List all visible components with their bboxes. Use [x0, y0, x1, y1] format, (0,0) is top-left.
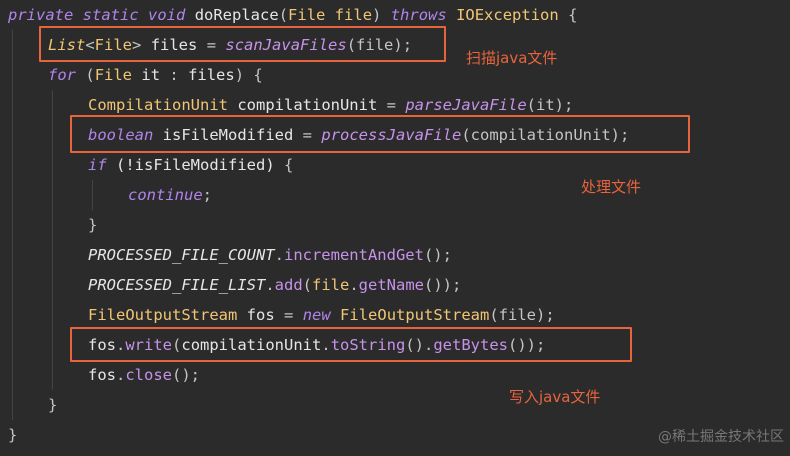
paren: ) [372, 6, 382, 24]
var-fos: fos [88, 366, 116, 384]
keyword-if: if [88, 156, 107, 174]
paren: ( [85, 66, 95, 84]
paren: ( [278, 6, 289, 24]
dot: . [349, 276, 359, 294]
var-files: files [188, 66, 235, 84]
type-file-output-stream: FileOutputStream [88, 306, 238, 324]
param-name: file [334, 6, 373, 24]
args: ()); [424, 276, 462, 294]
code-line-11[interactable]: FileOutputStream fos = new FileOutputStr… [88, 300, 555, 330]
watermark: @稀土掘金技术社区 [658, 429, 784, 445]
code-line-7[interactable]: continue; [128, 180, 212, 210]
const-processed-file-count: PROCESSED_FILE_COUNT [88, 246, 275, 264]
brace: } [88, 216, 98, 234]
code-line-13[interactable]: fos.close(); [88, 360, 200, 390]
indent-guide [52, 90, 53, 390]
method-close: close [125, 366, 173, 384]
code-line-3[interactable]: for (File it : files) { [48, 60, 263, 90]
args: (); [423, 246, 452, 264]
var-fos: fos [246, 306, 275, 324]
args: (); [172, 366, 201, 384]
args: (file); [489, 306, 555, 324]
dot: . [116, 366, 126, 384]
method-get-name: getName [358, 276, 424, 294]
operator: = [284, 306, 294, 324]
brace: { [253, 66, 263, 84]
brace: { [568, 6, 578, 24]
keyword-void: void [148, 6, 186, 24]
code-line-15[interactable]: } [8, 420, 17, 450]
type-compilation-unit: CompilationUnit [88, 96, 228, 114]
colon: : [169, 66, 179, 84]
code-line-10[interactable]: PROCESSED_FILE_LIST.add(file.getName()); [88, 270, 461, 300]
code-line-6[interactable]: if (!isFileModified) { [88, 150, 293, 180]
brace: } [8, 426, 18, 444]
keyword-continue: continue [128, 186, 203, 204]
indent-guide [92, 180, 93, 210]
ctor-file-output-stream: FileOutputStream [340, 306, 490, 324]
args: (it); [526, 96, 574, 114]
var-compilation-unit: compilationUnit [237, 96, 378, 114]
dot: . [265, 276, 275, 294]
paren: ( [302, 276, 312, 294]
method-name: doReplace [194, 6, 279, 24]
code-line-14[interactable]: } [48, 390, 57, 420]
call-parse: parseJavaFile [405, 96, 527, 114]
var-it: it [141, 66, 161, 84]
annotation-process: 处理文件 [581, 178, 642, 196]
indent-guide [12, 30, 13, 420]
condition: (!isFileModified) [116, 156, 275, 174]
highlight-box-write [70, 327, 632, 362]
keyword-private: private [8, 6, 74, 24]
annotation-scan: 扫描java文件 [466, 49, 558, 67]
type-file: File [94, 66, 133, 84]
highlight-box-scan [39, 26, 446, 62]
dot: . [274, 246, 284, 264]
annotation-write: 写入java文件 [509, 388, 601, 406]
param-type: File [288, 6, 326, 24]
method-increment: incrementAndGet [283, 246, 424, 264]
brace: { [284, 156, 294, 174]
highlight-box-process [70, 115, 690, 153]
keyword-for: for [48, 66, 76, 84]
keyword-new: new [302, 306, 331, 324]
brace: } [48, 396, 58, 414]
method-add: add [274, 276, 303, 294]
keyword-static: static [82, 6, 139, 24]
semicolon: ; [202, 186, 212, 204]
code-editor[interactable]: private static void doReplace(File file)… [0, 0, 790, 456]
paren: ) [234, 66, 245, 84]
code-line-8[interactable]: } [88, 210, 97, 240]
arg-file: file [312, 276, 350, 294]
operator: = [386, 96, 396, 114]
code-line-9[interactable]: PROCESSED_FILE_COUNT.incrementAndGet(); [88, 240, 452, 270]
const-processed-file-list: PROCESSED_FILE_LIST [88, 276, 266, 294]
exception-type: IOException [456, 6, 559, 24]
keyword-throws: throws [390, 6, 447, 24]
